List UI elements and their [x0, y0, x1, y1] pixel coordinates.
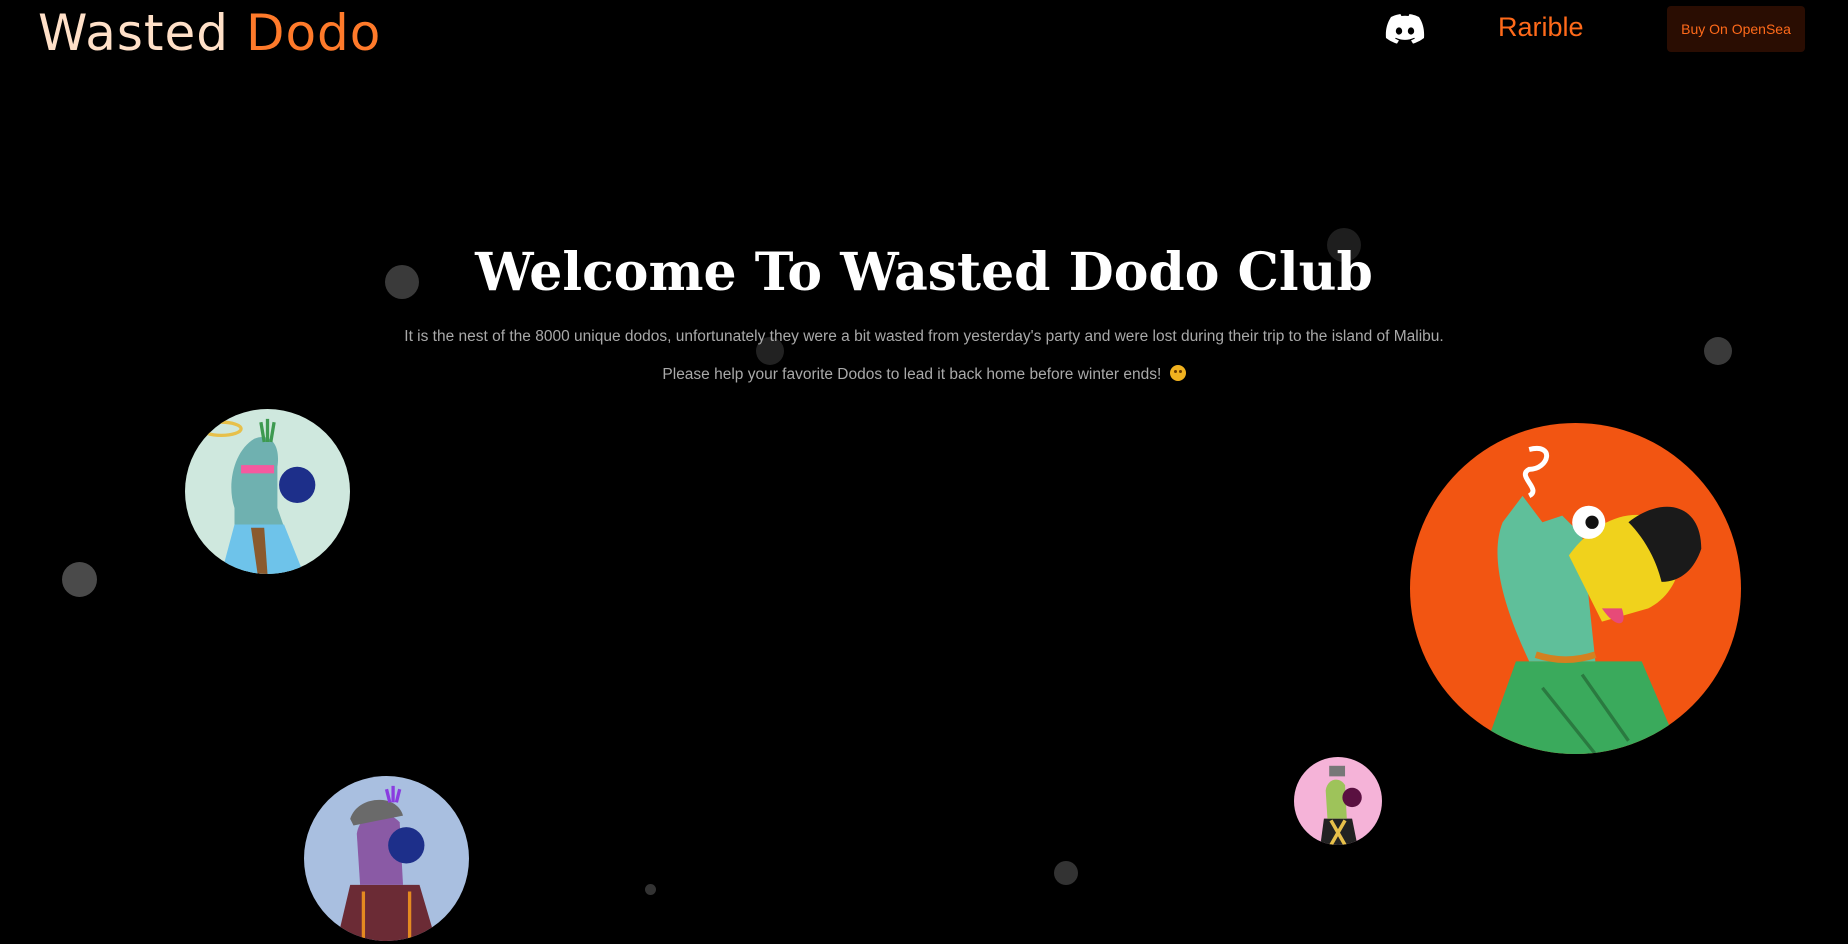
- hero-call-to-action: Please help your favorite Dodos to lead …: [0, 365, 1848, 384]
- bubble: [645, 884, 656, 895]
- buy-on-opensea-button[interactable]: Buy On OpenSea: [1667, 6, 1805, 52]
- dodo-avatar-featured: [1410, 423, 1741, 754]
- hero-call-to-action-text: Please help your favorite Dodos to lead …: [662, 366, 1162, 383]
- dodo-avatar-small: [1294, 757, 1382, 845]
- logo[interactable]: Wasted Dodo: [38, 4, 381, 62]
- logo-word-wasted: Wasted: [38, 4, 230, 62]
- dodo-avatar-beanie: [304, 776, 469, 941]
- dizzy-face-emoji-icon: [1169, 365, 1186, 381]
- dodo-avatar-halo: [185, 409, 350, 574]
- logo-word-dodo: Dodo: [245, 4, 382, 62]
- bubble: [62, 562, 97, 597]
- discord-icon[interactable]: [1385, 14, 1425, 46]
- rarible-link[interactable]: Rarible: [1498, 12, 1584, 43]
- hero-description: It is the nest of the 8000 unique dodos,…: [404, 328, 1444, 345]
- hero-title: Welcome To Wasted Dodo Club: [475, 242, 1373, 303]
- bubble: [1054, 861, 1078, 885]
